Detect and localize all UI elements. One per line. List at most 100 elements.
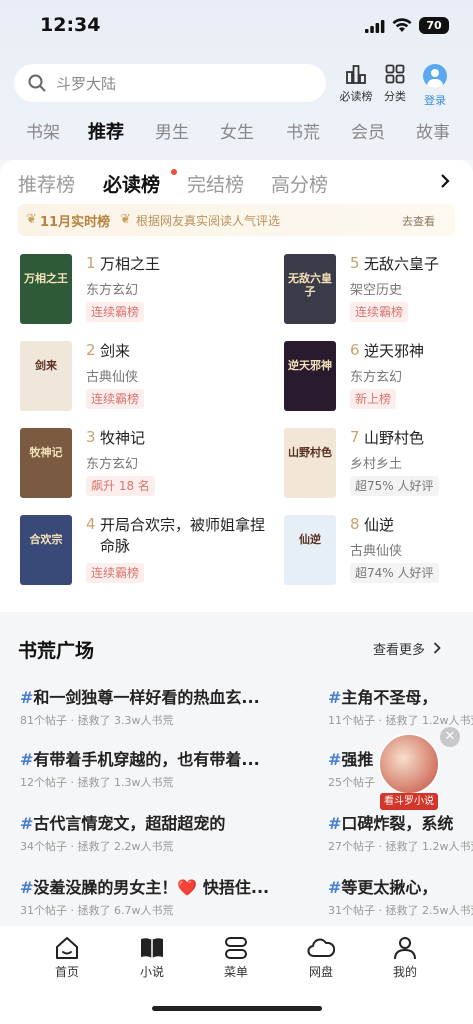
topic-title: 等更太揪心， <box>341 878 438 897</box>
floating-ad[interactable]: 看斗罗小说 <box>378 733 442 813</box>
category-label: 分类 <box>384 90 406 103</box>
book-item[interactable]: 山野村色 7 山野村色 乡村乡土 超75% 人好评 <box>284 428 469 504</box>
search-input[interactable]: 斗罗大陆 <box>14 64 326 102</box>
header-area: 12:34 70 斗罗大陆 必读榜 分类 登录 书架 推荐 男生 女生 书荒 会… <box>0 0 473 160</box>
tab-recommend[interactable]: 推荐 <box>88 118 124 144</box>
laurel-right-icon: ❦ <box>120 212 131 227</box>
book-item[interactable]: 仙逆 8 仙逆 古典仙侠 超74% 人好评 <box>284 515 469 591</box>
topic-item[interactable]: #没羞没臊的男女主！❤️ 快捂住... 31个帖子 · 拯救了 6.7w人书荒 <box>20 874 310 918</box>
book-cover: 无敌六皇子 <box>284 254 336 324</box>
book-title: 开局合欢宗，被师姐拿捏命脉 <box>100 516 266 555</box>
topic-item[interactable]: #有带着手机穿越的，也有带着... 12个帖子 · 拯救了 1.3w人书荒 <box>20 746 310 790</box>
ranking-card: 推荐榜 必读榜 完结榜 高分榜 ❦ 11月实时榜 ❦ 根据网友真实阅读人气评选 … <box>0 160 473 612</box>
cloud-icon <box>307 938 335 957</box>
banner-link[interactable]: 去查看 <box>402 213 435 229</box>
cover-title: 牧神记 <box>29 446 63 459</box>
nav-novel[interactable]: 小说 <box>122 936 182 980</box>
rank-tab-high-score[interactable]: 高分榜 <box>271 170 328 197</box>
nav-menu[interactable]: 菜单 <box>206 936 266 980</box>
book-badge: 连续霸榜 <box>86 389 145 409</box>
status-bar: 12:34 70 <box>0 14 473 40</box>
hashtag-icon: # <box>20 688 34 707</box>
avatar <box>423 64 447 88</box>
book-rank: 3 <box>86 428 96 446</box>
topic-meta: 34个帖子 · 拯救了 2.2w人书荒 <box>20 840 174 853</box>
tab-story[interactable]: 故事 <box>416 118 450 143</box>
cover-title: 剑来 <box>35 359 57 372</box>
cover-title: 万相之王 <box>24 272 68 285</box>
chevron-right-icon <box>434 642 441 654</box>
book-cover: 剑来 <box>20 341 72 411</box>
book-cover: 逆天邪神 <box>284 341 336 411</box>
book-title: 仙逆 <box>364 516 395 534</box>
nav-cloud-label: 网盘 <box>308 965 333 979</box>
must-read-button[interactable]: 必读榜 <box>334 64 378 104</box>
hashtag-icon: # <box>20 878 34 897</box>
book-badge: 连续霸榜 <box>86 563 145 583</box>
login-button[interactable]: 登录 <box>413 64 457 108</box>
nav-cloud[interactable]: 网盘 <box>291 936 351 980</box>
topic-item[interactable]: #等更太揪心， 31个帖子 · 拯救了 2.5w人书荒 <box>328 874 473 918</box>
book-category: 乡村乡土 <box>350 457 403 472</box>
book-rank: 1 <box>86 254 96 272</box>
topic-meta: 27个帖子 · 拯救了 1.2w人书荒 <box>328 840 473 853</box>
realtime-banner[interactable]: ❦ 11月实时榜 ❦ 根据网友真实阅读人气评选 去查看 <box>18 204 455 236</box>
tab-shuhuang[interactable]: 书荒 <box>286 118 320 143</box>
book-category: 架空历史 <box>350 283 403 298</box>
topic-item[interactable]: #古代言情宠文，超甜超宠的 34个帖子 · 拯救了 2.2w人书荒 <box>20 810 310 854</box>
nav-home[interactable]: 首页 <box>37 936 97 980</box>
rank-tab-recommend[interactable]: 推荐榜 <box>18 170 75 197</box>
book-rank: 8 <box>350 515 360 533</box>
close-icon[interactable]: ✕ <box>440 727 460 747</box>
view-more-label: 查看更多 <box>373 643 426 658</box>
tab-male[interactable]: 男生 <box>155 118 189 143</box>
home-icon <box>56 937 78 959</box>
banner-title: 11月实时榜 <box>40 215 111 230</box>
topic-item[interactable]: #和一剑独尊一样好看的热血玄... 81个帖子 · 拯救了 3.3w人书荒 <box>20 684 310 728</box>
book-title: 无敌六皇子 <box>364 255 440 273</box>
hashtag-icon: # <box>20 750 34 769</box>
topic-title: 古代言情宠文，超甜超宠的 <box>33 814 226 833</box>
topic-title: 口碑炸裂，系统 <box>341 814 454 833</box>
hashtag-icon: # <box>328 878 342 897</box>
topic-meta: 11个帖子 · 拯救了 1.2w人书荒 <box>328 714 473 727</box>
status-time: 12:34 <box>40 14 101 36</box>
wifi-icon <box>392 18 412 32</box>
topic-title: 有带着手机穿越的，也有带着... <box>33 750 260 769</box>
book-item[interactable]: 合欢宗 4 开局合欢宗，被师姐拿捏命脉 连续霸榜 <box>20 515 265 591</box>
main-tabs: 书架 推荐 男生 女生 书荒 会员 故事 <box>0 118 473 148</box>
book-badge: 连续霸榜 <box>86 302 145 322</box>
topic-meta: 31个帖子 · 拯救了 2.5w人书荒 <box>328 904 473 917</box>
tab-bookshelf[interactable]: 书架 <box>26 118 60 143</box>
rank-tab-must-read[interactable]: 必读榜 <box>103 170 160 197</box>
topic-item[interactable]: #口碑炸裂，系统 27个帖子 · 拯救了 1.2w人书荒 <box>328 810 473 854</box>
hashtag-icon: # <box>328 750 342 769</box>
login-label: 登录 <box>424 94 446 107</box>
book-item[interactable]: 万相之王 1 万相之王 东方玄幻 连续霸榜 <box>20 254 205 330</box>
topic-item[interactable]: #主角不圣母， 11个帖子 · 拯救了 1.2w人书荒 <box>328 684 473 728</box>
topic-title: 没羞没臊的男女主！❤️ 快捂住... <box>33 878 270 897</box>
book-title: 山野村色 <box>364 429 425 447</box>
nav-home-label: 首页 <box>54 965 79 979</box>
book-category: 古典仙侠 <box>350 544 403 559</box>
cover-title: 无敌六皇子 <box>288 272 332 298</box>
book-cover: 万相之王 <box>20 254 72 324</box>
book-title: 逆天邪神 <box>364 342 425 360</box>
tab-female[interactable]: 女生 <box>220 118 254 143</box>
cover-title: 合欢宗 <box>29 533 63 546</box>
book-item[interactable]: 牧神记 3 牧神记 东方玄幻 飙升 18 名 <box>20 428 205 504</box>
topic-meta: 81个帖子 · 拯救了 3.3w人书荒 <box>20 714 174 727</box>
book-badge: 超74% 人好评 <box>350 563 439 583</box>
book-title: 剑来 <box>100 342 131 360</box>
book-item[interactable]: 逆天邪神 6 逆天邪神 东方玄幻 新上榜 <box>284 341 469 417</box>
book-item[interactable]: 剑来 2 剑来 古典仙侠 连续霸榜 <box>20 341 205 417</box>
rank-tab-finished[interactable]: 完结榜 <box>187 170 244 197</box>
nav-profile[interactable]: 我的 <box>375 936 435 980</box>
home-indicator <box>152 1006 322 1011</box>
book-item[interactable]: 无敌六皇子 5 无敌六皇子 架空历史 连续霸榜 <box>284 254 469 330</box>
chevron-right-icon[interactable] <box>440 174 450 188</box>
banner-desc: 根据网友真实阅读人气评选 <box>136 214 281 228</box>
tab-vip[interactable]: 会员 <box>351 118 385 143</box>
category-button[interactable]: 分类 <box>373 64 417 104</box>
view-more-link[interactable]: 查看更多 <box>373 639 441 658</box>
